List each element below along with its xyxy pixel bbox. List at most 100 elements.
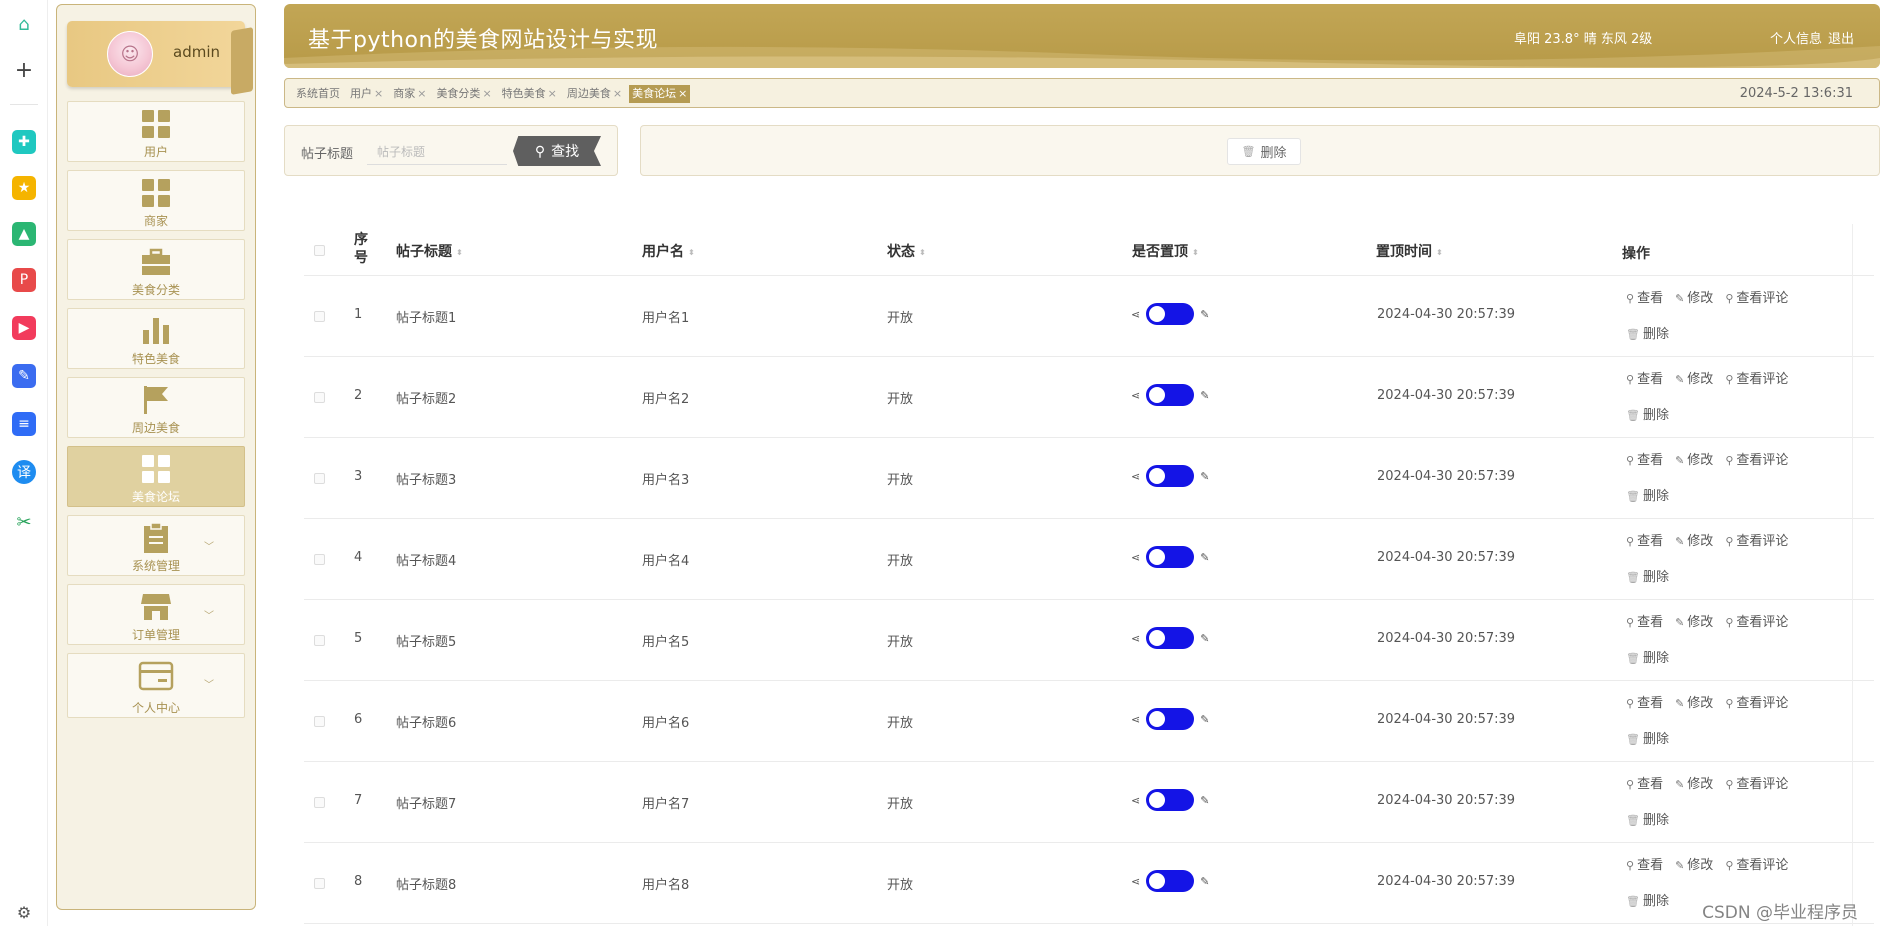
tab-food-forum[interactable]: 美食论坛 × (629, 85, 691, 103)
home-icon[interactable]: ⌂ (12, 12, 36, 36)
edit-button[interactable]: ✎ 修改 (1675, 774, 1713, 796)
sidebar-item-food-forum[interactable]: 美食论坛 (67, 446, 245, 507)
close-icon[interactable]: × (678, 87, 687, 100)
scissors-icon[interactable]: ✂ (12, 510, 36, 534)
row-checkbox[interactable] (314, 716, 325, 727)
search-input[interactable] (367, 139, 507, 165)
edit-button[interactable]: ✎ 修改 (1675, 693, 1713, 715)
tab-home[interactable]: 系统首页 (293, 85, 343, 103)
view-button[interactable]: ⚲ 查看 (1626, 288, 1663, 310)
tab-users[interactable]: 用户 × (347, 85, 386, 103)
sidebar-item-featured-food[interactable]: 特色美食 (67, 308, 245, 369)
tab-food-category[interactable]: 美食分类 × (433, 85, 494, 103)
tab-merchants[interactable]: 商家 × (390, 85, 429, 103)
view-comments-button[interactable]: ⚲ 查看评论 (1725, 288, 1788, 310)
row-checkbox[interactable] (314, 554, 325, 565)
sort-icon[interactable]: ⬍ (1436, 248, 1443, 257)
pin-toggle[interactable] (1146, 303, 1195, 325)
delete-button[interactable]: 🗑 删除 (1626, 324, 1669, 346)
close-icon[interactable]: × (417, 87, 426, 100)
view-button[interactable]: ⚲ 查看 (1626, 612, 1663, 634)
profile-link[interactable]: 个人信息 (1770, 32, 1822, 47)
pin-toggle[interactable] (1146, 708, 1195, 730)
edit-button[interactable]: ✎ 修改 (1675, 531, 1713, 553)
view-comments-button[interactable]: ⚲ 查看评论 (1725, 774, 1788, 796)
row-checkbox[interactable] (314, 473, 325, 484)
pin-toggle[interactable] (1146, 627, 1195, 649)
delete-button[interactable]: 🗑 删除 (1626, 567, 1669, 589)
sidebar-item-order-management[interactable]: 订单管理 ﹀ (67, 584, 245, 645)
view-comments-button[interactable]: ⚲ 查看评论 (1725, 693, 1788, 715)
view-button[interactable]: ⚲ 查看 (1626, 693, 1663, 715)
edit-button[interactable]: ✎ 修改 (1675, 450, 1713, 472)
sidebar-item-personal-center[interactable]: 个人中心 ﹀ (67, 653, 245, 718)
row-checkbox[interactable] (314, 635, 325, 646)
avatar[interactable]: ☺ (107, 31, 153, 77)
pin-toggle[interactable] (1146, 546, 1195, 568)
view-comments-button[interactable]: ⚲ 查看评论 (1725, 450, 1788, 472)
col-title[interactable]: 帖子标题 ⬍ (396, 241, 463, 261)
sidebar-item-nearby-food[interactable]: 周边美食 (67, 377, 245, 438)
pin-toggle[interactable] (1146, 384, 1195, 406)
view-comments-button[interactable]: ⚲ 查看评论 (1725, 369, 1788, 391)
edit-button[interactable]: ✎ 修改 (1675, 288, 1713, 310)
view-comments-button[interactable]: ⚲ 查看评论 (1725, 855, 1788, 877)
pin-toggle[interactable] (1146, 789, 1195, 811)
sort-icon[interactable]: ⬍ (919, 248, 926, 257)
col-index[interactable]: 序号 (354, 231, 368, 267)
sort-icon[interactable]: ⬍ (1192, 248, 1199, 257)
tab-featured-food[interactable]: 特色美食 × (499, 85, 560, 103)
settings-icon[interactable]: ⚙ (12, 900, 36, 924)
sidebar-item-merchants[interactable]: 商家 (67, 170, 245, 231)
view-button[interactable]: ⚲ 查看 (1626, 774, 1663, 796)
sidebar-item-system-management[interactable]: 系统管理 ﹀ (67, 515, 245, 576)
edit-button[interactable]: ✎ 修改 (1675, 855, 1713, 877)
row-checkbox[interactable] (314, 392, 325, 403)
col-pin-time[interactable]: 置顶时间 ⬍ (1376, 241, 1443, 261)
app-teal-icon[interactable]: ✚ (12, 130, 36, 154)
view-button[interactable]: ⚲ 查看 (1626, 369, 1663, 391)
translate-icon[interactable]: 译 (12, 460, 36, 484)
logout-link[interactable]: 退出 (1828, 32, 1854, 47)
delete-button[interactable]: 🗑 删除 (1626, 648, 1669, 670)
delete-button[interactable]: 🗑 删除 (1626, 729, 1669, 751)
delete-button[interactable]: 🗑 删除 (1626, 405, 1669, 427)
pin-toggle[interactable] (1146, 870, 1195, 892)
close-icon[interactable]: × (548, 87, 557, 100)
sort-icon[interactable]: ⬍ (456, 248, 463, 257)
delete-button[interactable]: 🗑 删除 (1626, 486, 1669, 508)
sidebar-item-users[interactable]: 用户 (67, 101, 245, 162)
sort-icon[interactable]: ⬍ (688, 248, 695, 257)
row-checkbox[interactable] (314, 797, 325, 808)
video-ai-icon[interactable]: ▶ (12, 316, 36, 340)
plus-icon[interactable]: + (12, 58, 36, 83)
row-checkbox[interactable] (314, 878, 325, 889)
view-button[interactable]: ⚲ 查看 (1626, 855, 1663, 877)
edit-button[interactable]: ✎ 修改 (1675, 612, 1713, 634)
close-icon[interactable]: × (374, 87, 383, 100)
sidebar-item-food-category[interactable]: 美食分类 (67, 239, 245, 300)
delete-button[interactable]: 🗑 删除 (1626, 810, 1669, 832)
delete-button[interactable]: 🗑 删除 (1626, 891, 1669, 913)
star-icon[interactable]: ★ (12, 176, 36, 200)
row-checkbox[interactable] (314, 311, 325, 322)
view-button[interactable]: ⚲ 查看 (1626, 450, 1663, 472)
pdf-ai-icon[interactable]: P (12, 268, 36, 292)
col-pinned[interactable]: 是否置顶 ⬍ (1132, 241, 1199, 261)
edit-ai-icon[interactable]: ✎ (12, 364, 36, 388)
batch-delete-button[interactable]: 🗑 删除 (1227, 138, 1301, 165)
view-button[interactable]: ⚲ 查看 (1626, 531, 1663, 553)
doc-ai-icon[interactable]: ≡ (12, 412, 36, 436)
view-comments-button[interactable]: ⚲ 查看评论 (1725, 612, 1788, 634)
image-ai-icon[interactable]: ▲ (12, 222, 36, 246)
view-comments-button[interactable]: ⚲ 查看评论 (1725, 531, 1788, 553)
close-icon[interactable]: × (482, 87, 491, 100)
tab-nearby-food[interactable]: 周边美食 × (564, 85, 625, 103)
search-button[interactable]: ⚲ 查找 (513, 136, 601, 166)
col-username[interactable]: 用户名 ⬍ (642, 241, 695, 261)
select-all-checkbox[interactable] (314, 245, 325, 256)
col-status[interactable]: 状态 ⬍ (887, 241, 926, 261)
close-icon[interactable]: × (613, 87, 622, 100)
pin-toggle[interactable] (1146, 465, 1195, 487)
edit-button[interactable]: ✎ 修改 (1675, 369, 1713, 391)
